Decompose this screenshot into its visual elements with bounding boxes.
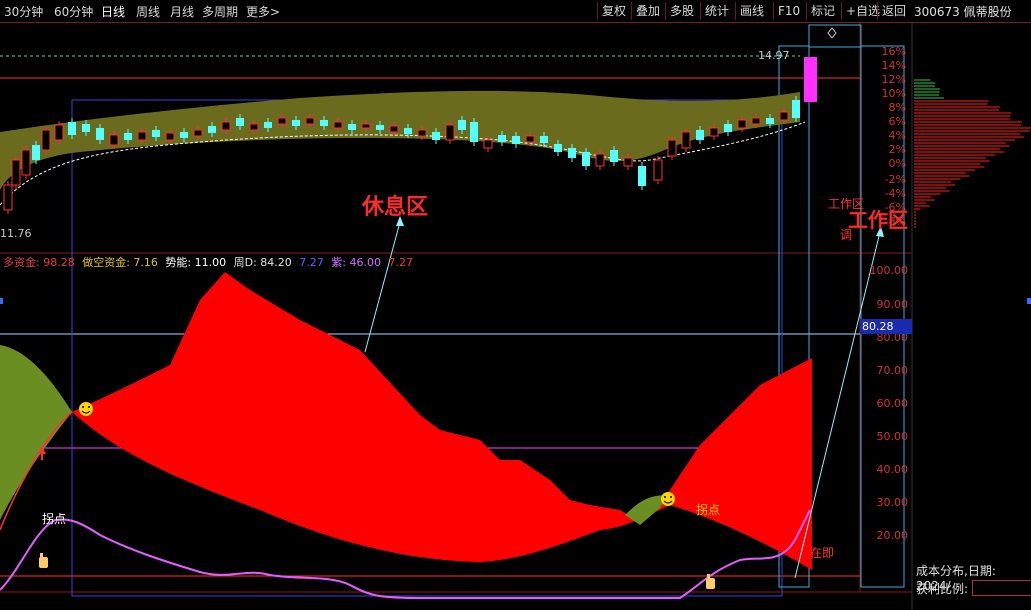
smiley-icon xyxy=(79,402,93,416)
candle-body xyxy=(498,135,506,142)
candle-body xyxy=(305,117,315,125)
candle-body xyxy=(610,150,618,162)
candle-body xyxy=(376,125,384,130)
candle-body xyxy=(667,139,677,157)
candle-body xyxy=(404,128,412,134)
candle-body xyxy=(417,129,427,137)
candle-body xyxy=(54,124,64,141)
candle-body xyxy=(96,128,104,140)
profit-ratio-field xyxy=(972,580,1031,596)
candle-body xyxy=(277,117,287,125)
candle-body xyxy=(180,132,188,138)
indicator-legend: 多资金: 98.28 做空资金: 7.16 势能: 11.00 周D: 84.2… xyxy=(3,254,413,270)
candle-body xyxy=(696,130,704,140)
red-value: 7.27 xyxy=(388,256,413,269)
candle-body xyxy=(779,111,789,121)
candle-body xyxy=(737,119,747,129)
candle-body xyxy=(68,122,76,135)
candle-body xyxy=(525,135,535,143)
candle-body xyxy=(709,127,719,137)
blue-value: 7.27 xyxy=(299,256,324,269)
candle-body xyxy=(137,131,147,141)
candle-body xyxy=(82,124,90,132)
short-funds-value: 做空资金: 7.16 xyxy=(82,256,158,269)
candle-body xyxy=(165,132,175,141)
trading-window: { "toolbar": { "periods": ["30分钟", "60分钟… xyxy=(0,0,1031,610)
candle-body xyxy=(193,129,203,137)
smiley-icon xyxy=(661,492,675,506)
candle-body xyxy=(264,122,272,128)
candle-body xyxy=(638,166,646,186)
candle-body xyxy=(389,125,399,133)
candle-body xyxy=(11,159,21,186)
red-area-main xyxy=(72,272,812,570)
candle-body xyxy=(361,123,371,129)
candle-body xyxy=(320,120,328,126)
chip-distribution xyxy=(914,79,1031,228)
candle-body xyxy=(792,100,800,118)
candle-body xyxy=(152,130,160,137)
candle-body xyxy=(124,133,132,140)
candle-body xyxy=(348,124,356,130)
candle-body xyxy=(292,120,300,126)
high-price-label: 14.97 xyxy=(758,49,790,62)
weekly-d-value: 周D: 84.20 xyxy=(233,256,292,269)
candle-body xyxy=(333,121,343,129)
candle-body xyxy=(681,131,691,149)
rest-zone-label: 休息区 xyxy=(362,195,429,220)
candle-body xyxy=(751,117,761,125)
low-price-label: 11.76 xyxy=(0,227,32,240)
candle-body xyxy=(724,124,732,132)
candle-body xyxy=(554,144,562,152)
candle-body xyxy=(445,124,455,141)
imminent-label: 在即 xyxy=(810,546,835,560)
long-funds-value: 多资金: 98.28 xyxy=(3,256,75,269)
candle-body xyxy=(32,145,40,160)
candle-body xyxy=(458,120,466,130)
candle-body xyxy=(582,152,590,166)
candle-body xyxy=(208,126,216,133)
candle-body xyxy=(653,159,663,181)
turn-point-right-label: 拐点 xyxy=(696,503,721,517)
hand-pointer-icon xyxy=(39,553,48,568)
diamond-icon xyxy=(827,27,837,39)
candle-body xyxy=(249,123,259,131)
candle-body xyxy=(3,184,13,211)
candle-body xyxy=(109,134,119,146)
work-zone-label: 工作区 xyxy=(848,208,908,232)
momentum-value: 势能: 11.00 xyxy=(165,256,227,269)
candle-body xyxy=(512,136,520,144)
purple-value: 紫: 46.00 xyxy=(331,256,381,269)
profit-ratio-label: 获利比例: xyxy=(916,582,969,596)
candle-body xyxy=(236,118,244,126)
candle-body xyxy=(623,157,633,167)
current-value-badge: 80.28 xyxy=(860,319,912,334)
candle-body xyxy=(21,149,31,176)
candle-body xyxy=(483,139,493,149)
adjust-label: 调 xyxy=(840,228,853,242)
candle-body xyxy=(470,122,478,142)
candle-body xyxy=(41,129,51,151)
candle-body xyxy=(432,132,440,140)
candle-body xyxy=(766,118,774,124)
current-candle xyxy=(804,57,817,102)
arrow-to-rest xyxy=(364,221,401,353)
turn-point-left-label: 拐点 xyxy=(42,512,67,526)
candle-body xyxy=(568,148,576,158)
candle-body xyxy=(540,136,548,143)
price-band xyxy=(0,90,800,190)
green-area-left xyxy=(0,345,72,520)
candle-body xyxy=(221,121,231,131)
candle-body xyxy=(595,153,605,167)
